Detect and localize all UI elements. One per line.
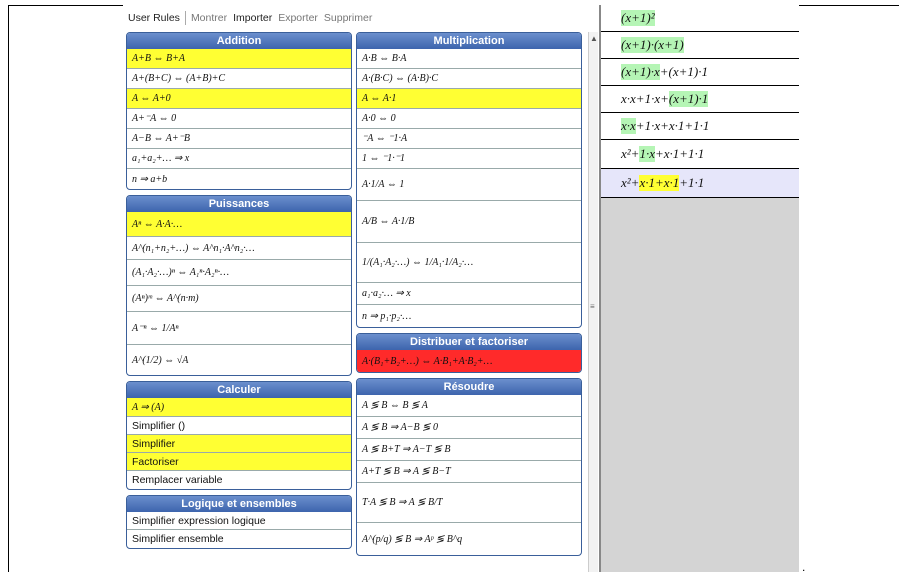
panel-title: Puissances: [127, 196, 351, 212]
addition-panel: Addition A+B ⇔ B+A A+(B+C) ⇔ (A+B)+C A ⇔…: [126, 32, 352, 190]
rule-row[interactable]: A+(B+C) ⇔ (A+B)+C: [127, 69, 351, 89]
logic-sets-panel: Logique et ensembles Simplifier expressi…: [126, 495, 352, 549]
step-expression-suffix: +1·x+x·1+1·1: [635, 118, 710, 133]
step-highlight: 1·x: [639, 146, 655, 162]
step-expression: (x+1)²: [621, 10, 655, 26]
rule-row[interactable]: A·0 ⇔ 0: [357, 109, 581, 129]
rule-row[interactable]: A·1/A ⇔ 1: [357, 169, 581, 201]
step-row[interactable]: (x+1)²: [601, 5, 799, 32]
rule-row[interactable]: (Aⁿ)ᵐ ⇔ A^(n·m): [127, 286, 351, 312]
rule-row[interactable]: A+⁻A ⇔ 0: [127, 109, 351, 129]
step-row[interactable]: (x+1)·x +(x+1)·1: [601, 59, 799, 86]
distribute-factor-panel: Distribuer et factoriser A·(B₁+B₂+…) ⇔ A…: [356, 333, 582, 373]
replace-variable-item[interactable]: Remplacer variable: [127, 471, 351, 489]
rule-row[interactable]: A ⇔ A·1: [357, 89, 581, 109]
frame-top-left-line: [8, 5, 123, 6]
export-button[interactable]: Exporter: [278, 12, 318, 24]
rule-row[interactable]: Aⁿ ⇔ A·A·…: [127, 212, 351, 237]
step-expression-suffix: +(x+1)·1: [659, 64, 708, 79]
rule-row[interactable]: A^(p/q) ≶ B ⇒ Aᵖ ≶ B^q: [357, 523, 581, 555]
factor-item[interactable]: Factoriser: [127, 453, 351, 471]
rule-row[interactable]: n ⇒ a+b: [127, 169, 351, 189]
delete-button[interactable]: Supprimer: [324, 12, 372, 24]
powers-panel: Puissances Aⁿ ⇔ A·A·… A^(n₁+n₂+…) ⇔ A^n₁…: [126, 195, 352, 376]
rule-row[interactable]: A+B ⇔ B+A: [127, 49, 351, 69]
rule-row[interactable]: A−B ⇔ A+⁻B: [127, 129, 351, 149]
rule-row[interactable]: A+T ≶ B ⇒ A ≶ B−T: [357, 461, 581, 483]
rule-row[interactable]: A ≶ B+T ⇒ A−T ≶ B: [357, 439, 581, 461]
solve-panel: Résoudre A ≶ B ⇔ B ≶ A A ≶ B ⇒ A−B ≶ 0 A…: [356, 378, 582, 556]
simplify-logic-item[interactable]: Simplifier expression logique: [127, 512, 351, 530]
calculate-panel: Calculer A ⇒ (A) Simplifier () Simplifie…: [126, 381, 352, 490]
step-expression-prefix: x·x+1·x+: [621, 91, 669, 106]
simplify-parens-item[interactable]: Simplifier (): [127, 417, 351, 435]
import-button[interactable]: Importer: [233, 12, 272, 24]
step-expression-prefix: x²+: [621, 175, 640, 190]
rule-row[interactable]: A ⇔ A+0: [127, 89, 351, 109]
step-highlight: x·x: [621, 118, 636, 134]
show-button[interactable]: Montrer: [191, 12, 227, 24]
panel-title: Distribuer et factoriser: [357, 334, 581, 350]
step-row[interactable]: (x+1)·(x+1): [601, 32, 799, 59]
scroll-up-arrow-icon[interactable]: ▲: [590, 34, 598, 43]
rule-row[interactable]: A·(B₁+B₂+…) ⇔ A·B₁+A·B₂+…: [357, 350, 581, 372]
step-expression-prefix: x²+: [621, 146, 640, 161]
rule-row[interactable]: A^(n₁+n₂+…) ⇔ A^n₁·A^n₂·…: [127, 237, 351, 260]
step-expression-suffix: +x·1+1·1: [654, 146, 705, 161]
user-rules-tab[interactable]: User Rules: [128, 12, 180, 24]
rule-row[interactable]: A ≶ B ⇔ B ≶ A: [357, 395, 581, 417]
rule-row[interactable]: 1/(A₁·A₂·…) ⇔ 1/A₁·1/A₂·…: [357, 243, 581, 283]
step-highlight: x·1+x·1: [639, 175, 680, 191]
rule-row[interactable]: T·A ≶ B ⇒ A ≶ B/T: [357, 483, 581, 523]
step-row-selected[interactable]: x²+ x·1+x·1 +1·1: [601, 169, 799, 198]
step-row[interactable]: x·x+1·x+ (x+1)·1: [601, 86, 799, 113]
rules-column-left: Addition A+B ⇔ B+A A+(B+C) ⇔ (A+B)+C A ⇔…: [126, 32, 352, 554]
panel-title: Calculer: [127, 382, 351, 398]
rule-row[interactable]: 1 ⇔ ⁻1·⁻1: [357, 149, 581, 169]
rule-row[interactable]: ⁻A ⇔ ⁻1·A: [357, 129, 581, 149]
step-highlight: (x+1)·(x+1): [621, 37, 684, 53]
rule-row[interactable]: A⁻ⁿ ⇔ 1/Aⁿ: [127, 312, 351, 345]
expression-editor-app: User Rules Montrer Importer Exporter Sup…: [123, 5, 799, 572]
step-expression-suffix: +1·1: [679, 175, 705, 190]
rule-row[interactable]: (A₁·A₂·…)ⁿ ⇔ A₁ⁿ·A₂ⁿ·…: [127, 260, 351, 286]
rule-row[interactable]: A·(B·C) ⇔ (A·B)·C: [357, 69, 581, 89]
rule-row[interactable]: A ⇒ (A): [127, 398, 351, 417]
rule-row[interactable]: n ⇒ p₁·p₂·…: [357, 305, 581, 327]
rules-toolbar: User Rules Montrer Importer Exporter Sup…: [123, 5, 598, 31]
step-row[interactable]: x·x +1·x+x·1+1·1: [601, 113, 799, 140]
toolbar-separator: [184, 11, 186, 25]
simplify-set-item[interactable]: Simplifier ensemble: [127, 530, 351, 548]
frame-top-right-line: [799, 5, 899, 6]
rule-row[interactable]: A ≶ B ⇒ A−B ≶ 0: [357, 417, 581, 439]
rules-column-right: Multiplication A·B ⇔ B·A A·(B·C) ⇔ (A·B)…: [356, 32, 582, 561]
frame-left-line: [8, 5, 9, 572]
panel-title: Résoudre: [357, 379, 581, 395]
scroll-grip-icon[interactable]: ≡: [590, 302, 595, 311]
rule-row[interactable]: A·B ⇔ B·A: [357, 49, 581, 69]
rule-row[interactable]: A/B ⇔ A·1/B: [357, 201, 581, 243]
multiplication-panel: Multiplication A·B ⇔ B·A A·(B·C) ⇔ (A·B)…: [356, 32, 582, 328]
rule-row[interactable]: A^(1/2) ⇔ √A: [127, 345, 351, 375]
rule-row[interactable]: a₁+a₂+… ⇒ x: [127, 149, 351, 169]
step-highlight: (x+1)·x: [621, 64, 660, 80]
rule-row[interactable]: a₁·a₂·… ⇒ x: [357, 283, 581, 305]
rules-scrollbar[interactable]: ▲ ≡: [588, 32, 598, 572]
step-highlight: (x+1)·1: [668, 91, 709, 107]
simplify-item[interactable]: Simplifier: [127, 435, 351, 453]
panel-title: Logique et ensembles: [127, 496, 351, 512]
panel-title: Multiplication: [357, 33, 581, 49]
step-row[interactable]: x²+ 1·x +x·1+1·1: [601, 140, 799, 169]
panel-title: Addition: [127, 33, 351, 49]
derivation-steps-panel: (x+1)² (x+1)·(x+1) (x+1)·x +(x+1)·1 x·x+1…: [599, 5, 799, 572]
